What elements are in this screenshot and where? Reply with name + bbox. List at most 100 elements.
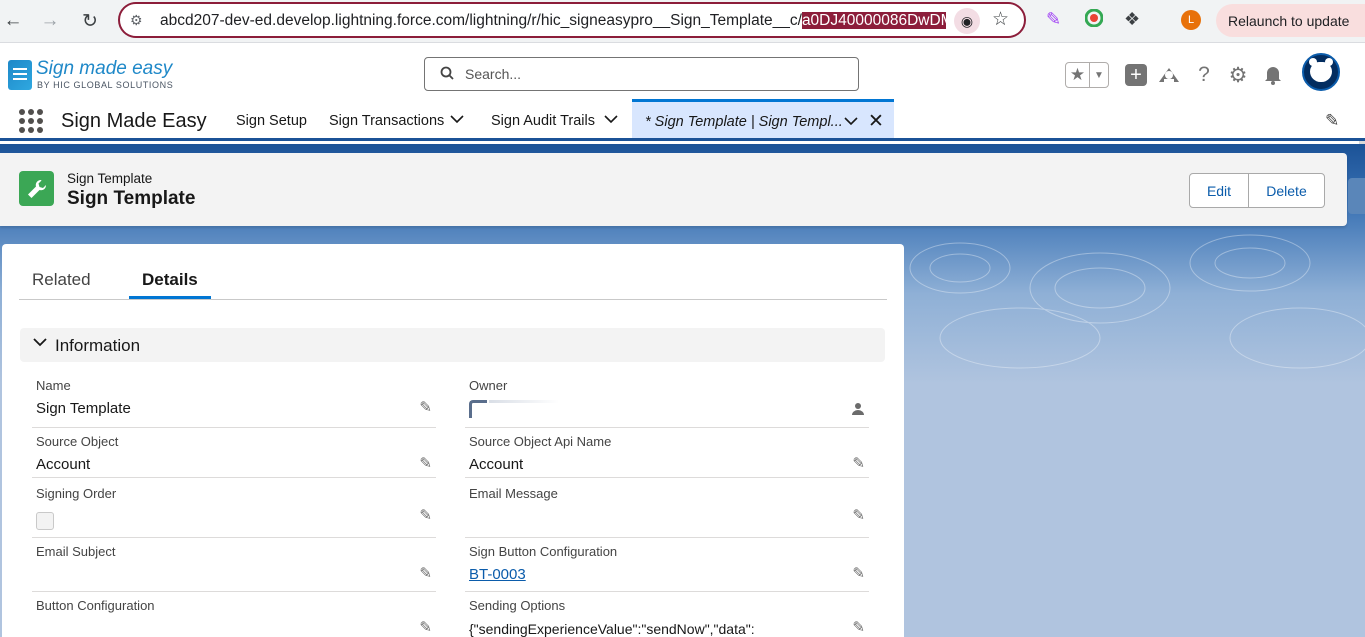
owner-value-loading — [489, 400, 559, 403]
nav-item-sign-audit-trails[interactable]: Sign Audit Trails — [491, 113, 595, 129]
url-prefix: abcd207-dev-ed.develop.lightning.force.c… — [160, 12, 802, 29]
app-name: Sign Made Easy — [61, 110, 207, 132]
edit-pencil-icon[interactable]: ✎ — [852, 618, 865, 636]
app-launcher-waffle-icon[interactable] — [19, 109, 43, 133]
field-label: Owner — [469, 378, 508, 393]
edit-nav-pencil-icon[interactable]: ✎ — [1325, 111, 1339, 131]
field-name: Name Sign Template ✎ — [32, 378, 436, 428]
field-value: Account — [36, 456, 91, 473]
field-label: Email Subject — [36, 544, 116, 559]
nav-tab-sign-template[interactable]: * Sign Template | Sign Templ... ✕ — [632, 99, 894, 138]
favorite-star-icon[interactable]: ★ — [1066, 63, 1090, 87]
field-email-subject: Email Subject ✎ — [32, 544, 436, 592]
section-title: Information — [55, 336, 141, 355]
trailhead-icon[interactable] — [1156, 62, 1182, 88]
chevron-down-icon[interactable] — [604, 113, 618, 127]
back-arrow-icon[interactable]: ← — [0, 8, 26, 34]
global-actions-plus-icon[interactable]: + — [1125, 64, 1147, 86]
logo-subtitle: BY HIC GLOBAL SOLUTIONS — [37, 80, 174, 90]
field-label: Source Object — [36, 434, 119, 449]
chevron-down-icon[interactable] — [844, 114, 858, 129]
google-lens-icon[interactable]: ◉ — [954, 8, 980, 34]
help-question-icon[interactable]: ? — [1191, 62, 1217, 88]
field-email-message: Email Message ✎ — [465, 486, 869, 538]
utility-side-tab[interactable] — [1348, 178, 1365, 214]
edit-pencil-icon[interactable]: ✎ — [419, 564, 432, 582]
record-tabs: Related Details — [19, 244, 887, 300]
forward-arrow-icon[interactable]: → — [37, 8, 63, 34]
bear-avatar-icon — [1309, 58, 1333, 82]
address-url[interactable]: abcd207-dev-ed.develop.lightning.force.c… — [160, 12, 946, 30]
wrench-icon — [19, 171, 54, 206]
tab-details[interactable]: Details — [142, 270, 198, 290]
field-label: Sending Options — [469, 598, 566, 613]
reload-icon[interactable]: ↻ — [77, 8, 103, 34]
field-owner: Owner — [465, 378, 869, 428]
edit-pencil-icon[interactable]: ✎ — [419, 506, 432, 524]
app-navigation-bar: Sign Made Easy Sign Setup Sign Transacti… — [0, 99, 1365, 141]
chevron-down-icon[interactable] — [450, 113, 464, 127]
change-owner-icon[interactable] — [851, 402, 865, 420]
field-sending-options: Sending Options {"sendingExperienceValue… — [465, 598, 869, 637]
global-search[interactable] — [424, 57, 859, 91]
edit-pencil-icon[interactable]: ✎ — [419, 398, 432, 416]
edit-button[interactable]: Edit — [1190, 174, 1249, 207]
nav-item-sign-setup[interactable]: Sign Setup — [236, 113, 307, 129]
owner-avatar-loading — [469, 400, 487, 418]
logo-title: Sign made easy — [36, 58, 173, 79]
relaunch-button[interactable]: Relaunch to update — [1216, 4, 1365, 37]
favorites-dropdown-icon[interactable]: ▼ — [1090, 63, 1108, 87]
field-label: Source Object Api Name — [469, 434, 612, 449]
app-logo[interactable]: Sign made easy BY HIC GLOBAL SOLUTIONS — [8, 57, 188, 93]
pen-extension-icon[interactable]: ✎ — [1046, 9, 1061, 30]
setup-gear-icon[interactable]: ⚙ — [1225, 62, 1251, 88]
address-bar[interactable]: ⚙ abcd207-dev-ed.develop.lightning.force… — [118, 2, 1026, 38]
edit-pencil-icon[interactable]: ✎ — [852, 454, 865, 472]
profile-avatar[interactable]: L — [1181, 10, 1201, 30]
field-source-object: Source Object Account ✎ — [32, 434, 436, 478]
edit-pencil-icon[interactable]: ✎ — [419, 454, 432, 472]
edit-pencil-icon[interactable]: ✎ — [419, 618, 432, 636]
tab-related[interactable]: Related — [32, 270, 91, 290]
section-information-header[interactable]: Information — [20, 328, 885, 362]
record-highlights-panel: Sign Template Sign Template Edit Delete — [0, 153, 1347, 226]
delete-button[interactable]: Delete — [1249, 174, 1324, 207]
field-label: Name — [36, 378, 71, 393]
field-source-object-api-name: Source Object Api Name Account ✎ — [465, 434, 869, 478]
field-signing-order: Signing Order ✎ — [32, 486, 436, 538]
user-avatar[interactable] — [1302, 53, 1340, 91]
site-info-icon[interactable]: ⚙ — [130, 12, 143, 29]
sign-button-config-link[interactable]: BT-0003 — [469, 566, 526, 583]
object-type-label: Sign Template — [67, 171, 153, 186]
field-label: Email Message — [469, 486, 558, 501]
field-label: Signing Order — [36, 486, 117, 501]
browser-toolbar: ← → ↻ ⚙ abcd207-dev-ed.develop.lightning… — [0, 0, 1365, 43]
search-icon — [440, 66, 454, 84]
field-value: Sign Template — [36, 400, 131, 417]
nav-item-sign-transactions[interactable]: Sign Transactions — [329, 113, 444, 129]
edit-pencil-icon[interactable]: ✎ — [852, 506, 865, 524]
close-tab-icon[interactable]: ✕ — [868, 110, 884, 133]
background-contour-pattern — [909, 234, 1365, 369]
global-header: Sign made easy BY HIC GLOBAL SOLUTIONS ★… — [0, 43, 1365, 539]
edit-pencil-icon[interactable]: ✎ — [852, 564, 865, 582]
extensions-puzzle-icon[interactable]: ❖ — [1124, 9, 1140, 30]
field-value: {"sendingExperienceValue":"sendNow","dat… — [469, 621, 755, 637]
logo-document-icon — [8, 60, 32, 90]
field-label: Button Configuration — [36, 598, 155, 613]
bookmark-star-icon[interactable]: ☆ — [992, 8, 1009, 31]
chevron-down-icon[interactable] — [32, 335, 48, 351]
field-sign-button-configuration: Sign Button Configuration BT-0003 ✎ — [465, 544, 869, 592]
active-tab-indicator — [129, 296, 211, 299]
color-extension-icon[interactable] — [1084, 8, 1104, 32]
notifications-bell-icon[interactable] — [1260, 62, 1286, 88]
url-selected-text: a0DJ40000086DwDMAU — [801, 12, 946, 29]
search-input[interactable] — [465, 59, 845, 89]
signing-order-checkbox — [36, 512, 54, 530]
field-value: Account — [469, 456, 524, 473]
nav-tab-label: * Sign Template | Sign Templ... — [645, 114, 843, 130]
favorites-button[interactable]: ★ ▼ — [1065, 62, 1109, 88]
field-label: Sign Button Configuration — [469, 544, 618, 559]
field-button-configuration: Button Configuration ✎ — [32, 598, 436, 637]
record-title: Sign Template — [67, 188, 196, 209]
